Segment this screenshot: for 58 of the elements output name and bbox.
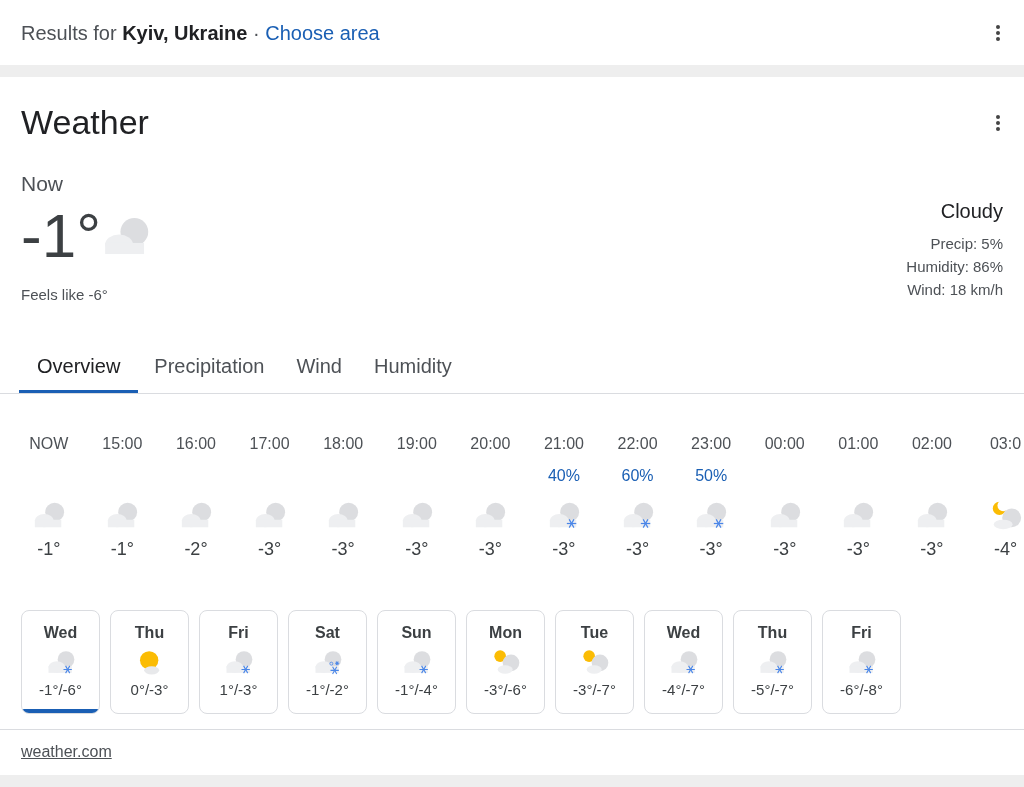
day-card[interactable]: Sun -1°/-4° [377,610,456,714]
results-text: Results for Kyiv, Ukraine · Choose area [21,20,380,46]
hour-temperature: -4° [993,538,1018,561]
day-card[interactable]: Thu 0°/-3° [110,610,189,714]
hour-label: 00:00 [764,434,805,452]
tab[interactable]: Overview [19,342,139,393]
hour-temperature: -3° [478,538,502,561]
source-link[interactable]: weather.com [21,743,112,760]
precip-chance: 40% [547,466,580,486]
hour-label: 01:00 [838,434,879,452]
hour-label: 22:00 [617,434,658,452]
choose-area-link[interactable]: Choose area [265,21,380,44]
hour-label: 15:00 [102,434,143,452]
hour-temperature: -1° [110,538,134,561]
hour-label: 18:00 [323,434,364,452]
detail-text: Humidity: 86% [906,257,1003,277]
hour-temperature: -2° [184,538,208,561]
hour-temperature: -1° [37,538,61,561]
day-card[interactable]: Sat -1°/-2° [288,610,367,714]
day-card[interactable]: Fri -6°/-8° [822,610,901,714]
tab[interactable]: Humidity [358,342,468,393]
tab[interactable]: Precipitation [138,342,281,393]
tab[interactable]: Wind [280,342,358,393]
hour-temperature: -3° [773,538,797,561]
day-card[interactable]: Wed -4°/-7° [644,610,723,714]
hour-temperature: -3° [257,538,282,561]
feels-like-text: Feels like -6° [21,284,109,305]
condition-text: Cloudy [940,199,1003,224]
detail-text: Wind: 18 km/h [907,280,1003,300]
hour-label: 23:00 [691,434,732,452]
day-card[interactable]: Mon -3°/-6° [466,610,545,714]
more-icon [996,114,1000,131]
hour-label: 20:00 [470,434,511,452]
now-label: Now [21,171,64,197]
hour-temperature: -3° [846,538,870,561]
hour-temperature: -3° [920,538,944,561]
hour-temperature: -3° [699,538,723,561]
card-title: Weather [21,102,149,143]
precip-chance: 50% [695,466,728,486]
hour-label: 19:00 [396,434,437,452]
hour-label: NOW [29,434,69,452]
precip-chance: 60% [621,466,654,486]
more-icon [996,24,1000,41]
current-temperature: -1° [21,199,101,272]
hour-temperature: -3° [552,538,576,561]
hour-label: 17:00 [249,434,290,452]
hour-temperature: -3° [331,538,355,561]
hour-temperature: -3° [625,538,650,561]
hour-label: 21:00 [543,434,584,452]
detail-text: Precip: 5% [930,234,1003,254]
day-card[interactable]: Thu -5°/-7° [733,610,812,714]
hour-label: 02:00 [911,434,952,452]
day-card[interactable]: Tue -3°/-7° [555,610,634,714]
hour-label: 16:00 [175,434,216,452]
hour-temperature: -3° [405,538,429,561]
day-card[interactable]: Fri 1°/-3° [199,610,278,714]
hour-label: 03:0 [989,434,1022,452]
day-card[interactable]: Wed -1°/-6° [21,610,100,714]
